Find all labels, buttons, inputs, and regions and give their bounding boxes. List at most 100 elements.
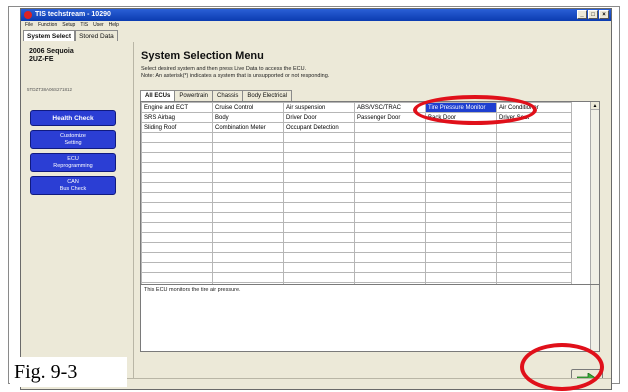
table-row	[141, 242, 572, 253]
empty-cell	[496, 122, 572, 133]
empty-cell	[354, 222, 426, 233]
table-row	[141, 252, 572, 263]
sidebar: 2006 Sequoia 2UZ-FE 5TDZT38A06S271812 He…	[23, 42, 134, 387]
customize-label-1: Customize	[60, 132, 86, 139]
empty-cell	[212, 132, 284, 143]
empty-cell	[496, 272, 572, 283]
description-scrollbar[interactable]	[590, 285, 599, 351]
menu-function[interactable]: Function	[38, 21, 57, 29]
table-row	[141, 202, 572, 213]
empty-cell	[141, 242, 213, 253]
tab-body-electrical[interactable]: Body Electrical	[242, 90, 293, 101]
ecu-cell[interactable]: Air Conditioner	[496, 102, 572, 113]
empty-cell	[425, 272, 497, 283]
empty-cell	[283, 212, 355, 223]
empty-cell	[212, 162, 284, 173]
menu-user[interactable]: User	[93, 21, 104, 29]
maximize-button[interactable]: □	[588, 10, 598, 19]
tab-system-select[interactable]: System Select	[23, 30, 76, 41]
empty-cell	[496, 172, 572, 183]
empty-cell	[354, 262, 426, 273]
empty-cell	[425, 262, 497, 273]
empty-cell	[141, 152, 213, 163]
empty-cell	[141, 172, 213, 183]
empty-cell	[496, 232, 572, 243]
empty-cell	[354, 252, 426, 263]
table-row: Engine and ECT Cruise Control Air suspensi…	[141, 102, 572, 113]
empty-cell	[354, 212, 426, 223]
empty-cell	[212, 142, 284, 153]
empty-cell	[496, 212, 572, 223]
menu-setup[interactable]: Setup	[62, 21, 75, 29]
ecu-cell[interactable]: Sliding Roof	[141, 122, 213, 133]
ecu-cell[interactable]: Combination Meter	[212, 122, 284, 133]
empty-cell	[212, 252, 284, 263]
empty-cell	[283, 162, 355, 173]
empty-cell	[425, 212, 497, 223]
empty-cell	[141, 262, 213, 273]
minimize-button[interactable]: _	[577, 10, 587, 19]
empty-cell	[425, 172, 497, 183]
menu-tis[interactable]: TIS	[80, 21, 88, 29]
description-box: This ECU monitors the tire air pressure.	[140, 284, 600, 352]
empty-cell	[283, 182, 355, 193]
empty-cell	[425, 222, 497, 233]
ecu-cell[interactable]: Passenger Door	[354, 112, 426, 123]
ecu-cell[interactable]: Tire Pressure Monitor	[425, 102, 497, 113]
ecu-cell[interactable]: Occupant Detection	[283, 122, 355, 133]
figure-label: Fig. 9-3	[10, 357, 127, 387]
empty-cell	[141, 212, 213, 223]
ecu-cell[interactable]: SRS Airbag	[141, 112, 213, 123]
empty-cell	[283, 222, 355, 233]
customize-setting-button[interactable]: Customize Setting	[30, 130, 116, 149]
empty-cell	[283, 262, 355, 273]
scroll-up-icon[interactable]: ▲	[591, 102, 599, 110]
empty-cell	[354, 192, 426, 203]
health-check-button[interactable]: Health Check	[30, 110, 116, 126]
category-tabs: All ECUs Powertrain Chassis Body Electri…	[140, 90, 293, 101]
ecu-cell[interactable]: ABS/VSC/TRAC	[354, 102, 426, 113]
empty-cell	[141, 272, 213, 283]
menu-help[interactable]: Help	[109, 21, 119, 29]
table-row	[141, 132, 572, 143]
empty-cell	[283, 272, 355, 283]
empty-cell	[496, 162, 572, 173]
tab-all-ecus[interactable]: All ECUs	[140, 90, 176, 101]
table-row	[141, 232, 572, 243]
tab-powertrain[interactable]: Powertrain	[174, 90, 214, 101]
empty-cell	[425, 182, 497, 193]
grid-scrollbar[interactable]: ▲ ▼	[590, 102, 599, 300]
empty-cell	[283, 192, 355, 203]
description-text: This ECU monitors the tire air pressure.	[144, 287, 241, 293]
empty-cell	[496, 192, 572, 203]
ecu-cell[interactable]: Cruise Control	[212, 102, 284, 113]
empty-cell	[354, 152, 426, 163]
empty-cell	[354, 202, 426, 213]
note-text: Note: An asterisk(*) indicates a system …	[141, 73, 330, 79]
ecu-reprogramming-button[interactable]: ECU Reprogramming	[30, 153, 116, 172]
tab-stored-data[interactable]: Stored Data	[75, 30, 118, 41]
empty-cell	[425, 122, 497, 133]
ecu-cell[interactable]: Driver Seat	[496, 112, 572, 123]
ecu-cell[interactable]: Engine and ECT	[141, 102, 213, 113]
table-row	[141, 162, 572, 173]
ecu-cell[interactable]: Air suspension	[283, 102, 355, 113]
ecu-cell[interactable]: Body	[212, 112, 284, 123]
main-panel: System Selection Menu Select desired sys…	[137, 42, 611, 389]
empty-cell	[141, 252, 213, 263]
vehicle-vin: 5TDZT38A06S271812	[27, 87, 73, 92]
empty-cell	[212, 172, 284, 183]
top-tabs: System Select Stored Data	[23, 30, 118, 41]
ecu-grid: Engine and ECT Cruise Control Air suspensi…	[140, 101, 600, 301]
close-button[interactable]: ×	[599, 10, 609, 19]
menu-file[interactable]: File	[25, 21, 33, 29]
ecu-cell[interactable]: Back Door	[425, 112, 497, 123]
empty-cell	[354, 272, 426, 283]
empty-cell	[425, 192, 497, 203]
tab-chassis[interactable]: Chassis	[212, 90, 244, 101]
empty-cell	[212, 222, 284, 233]
empty-cell	[212, 232, 284, 243]
ecu-cell[interactable]: Driver Door	[283, 112, 355, 123]
empty-cell	[283, 152, 355, 163]
can-bus-check-button[interactable]: CAN Bus Check	[30, 176, 116, 195]
